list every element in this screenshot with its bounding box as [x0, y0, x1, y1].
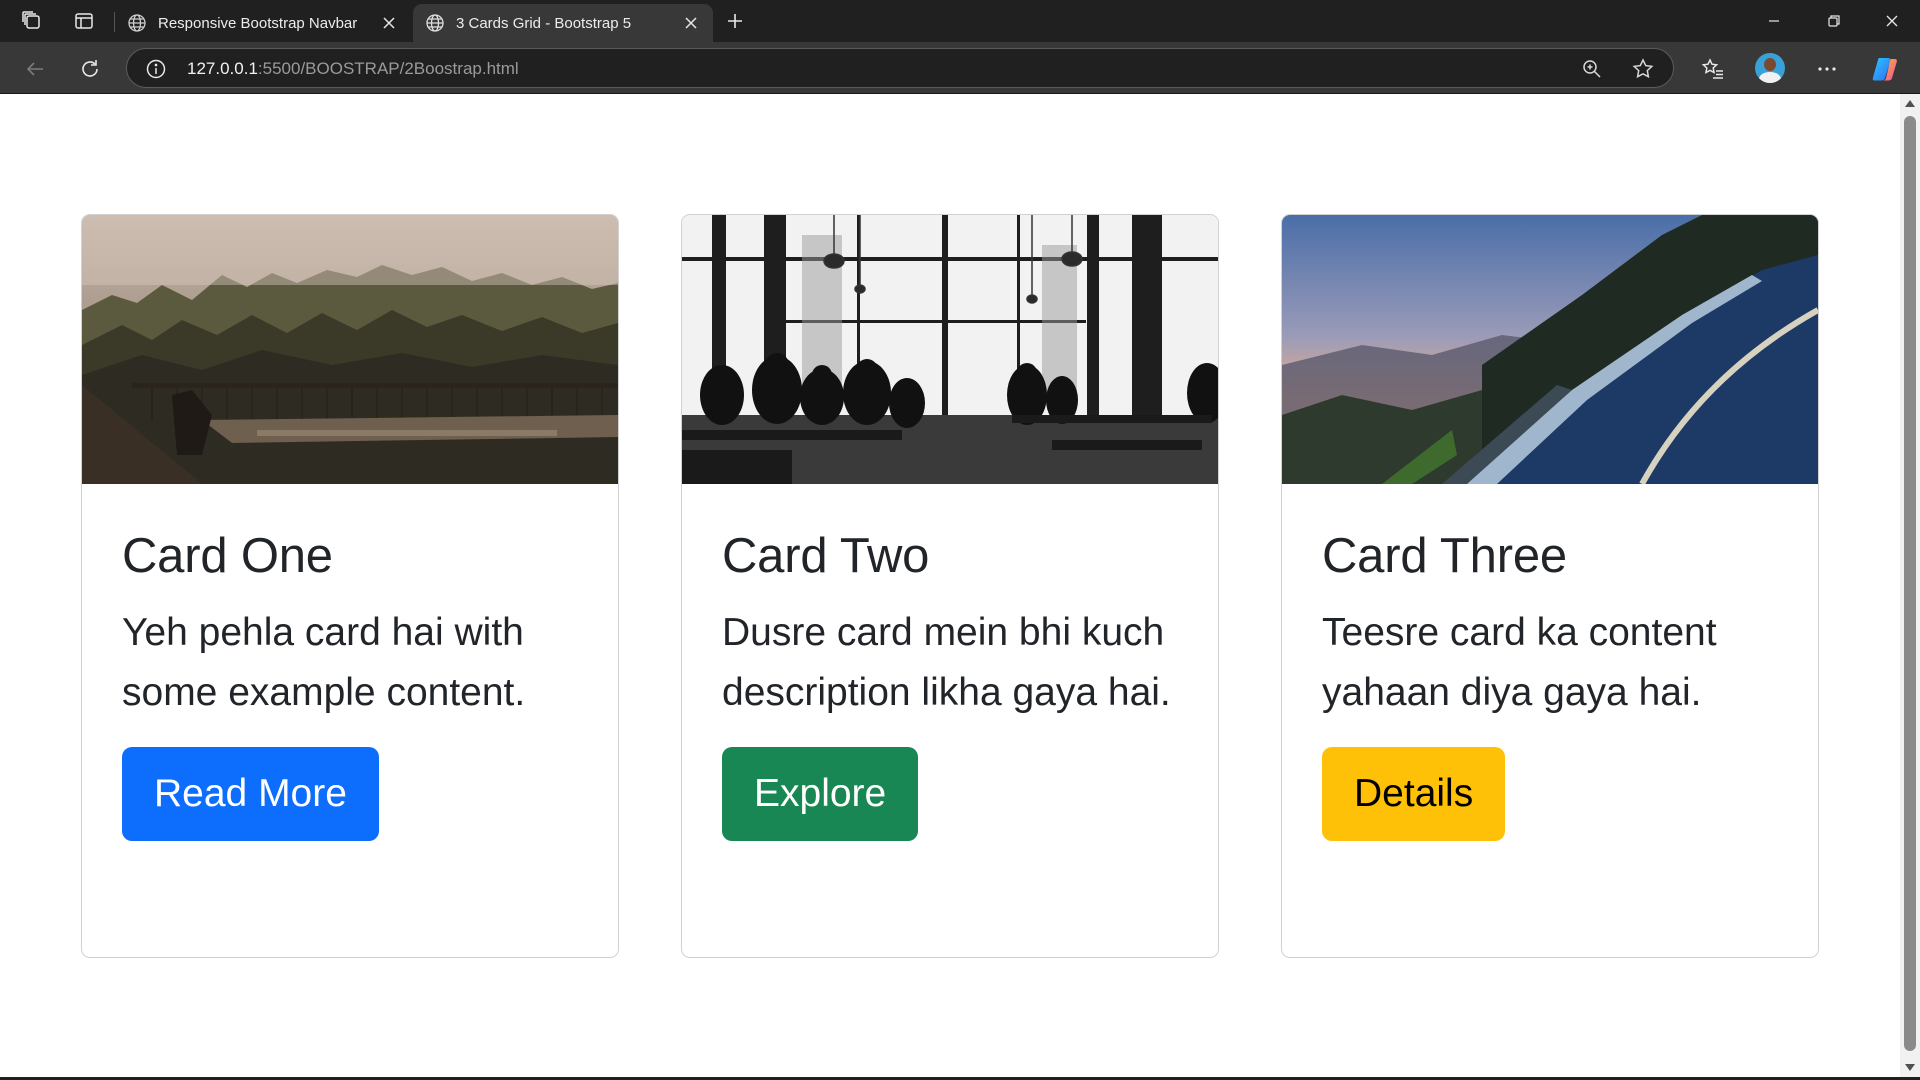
zoom-icon[interactable]	[1581, 58, 1603, 85]
vertical-scrollbar[interactable]	[1900, 94, 1920, 1077]
url-text: 127.0.0.1:5500/BOOSTRAP/2Boostrap.html	[187, 59, 519, 79]
card-three-image	[1282, 215, 1818, 484]
more-options-icon[interactable]	[1812, 54, 1842, 84]
favorites-icon[interactable]	[1698, 54, 1728, 84]
scroll-down-arrow-icon[interactable]	[1905, 1064, 1915, 1071]
tab-title: 3 Cards Grid - Bootstrap 5	[456, 14, 632, 32]
avatar-shirt	[1759, 72, 1781, 83]
page-viewport: Card One Yeh pehla card hai with some ex…	[0, 94, 1900, 1077]
address-bar[interactable]: 127.0.0.1:5500/BOOSTRAP/2Boostrap.html	[126, 48, 1674, 88]
tab-3-cards-grid[interactable]: 3 Cards Grid - Bootstrap 5	[413, 4, 713, 42]
restore-icon[interactable]	[1806, 0, 1862, 42]
url-host: 127.0.0.1	[187, 59, 258, 78]
card-three-body: Card Three Teesre card ka content yahaan…	[1322, 527, 1782, 841]
card-two: Card Two Dusre card mein bhi kuch descri…	[681, 214, 1219, 958]
tab-actions-icon[interactable]	[71, 9, 97, 33]
minimize-icon[interactable]	[1746, 0, 1802, 42]
tab-strip: Responsive Bootstrap Navbar 3 Cards Grid…	[0, 0, 1920, 42]
explore-button[interactable]: Explore	[722, 746, 919, 841]
card-one-body: Card One Yeh pehla card hai with some ex…	[122, 527, 582, 841]
url-path: :5500/BOOSTRAP/2Boostrap.html	[257, 59, 519, 78]
card-three: Card Three Teesre card ka content yahaan…	[1281, 214, 1819, 958]
workspaces-icon[interactable]	[19, 9, 45, 33]
profile-avatar[interactable]	[1755, 53, 1785, 83]
tab-title: Responsive Bootstrap Navbar	[158, 14, 358, 32]
card-two-body: Card Two Dusre card mein bhi kuch descri…	[722, 527, 1182, 841]
scroll-up-arrow-icon[interactable]	[1905, 100, 1915, 107]
close-tab-icon[interactable]	[681, 13, 701, 33]
card-text: Dusre card mein bhi kuch description lik…	[722, 610, 1171, 714]
card-one-image	[82, 215, 618, 484]
browser-toolbar: 127.0.0.1:5500/BOOSTRAP/2Boostrap.html	[0, 42, 1920, 94]
favorite-star-icon[interactable]	[1631, 57, 1655, 86]
read-more-button[interactable]: Read More	[122, 746, 379, 841]
card-one: Card One Yeh pehla card hai with some ex…	[81, 214, 619, 958]
card-two-image	[682, 215, 1218, 484]
card-title: Card Two	[722, 529, 930, 583]
avatar-head	[1764, 58, 1776, 71]
globe-icon	[426, 14, 444, 32]
back-icon[interactable]	[20, 54, 50, 84]
details-button[interactable]: Details	[1322, 746, 1506, 841]
copilot-icon[interactable]	[1870, 54, 1900, 84]
card-title: Card Three	[1322, 529, 1567, 583]
scroll-thumb[interactable]	[1904, 116, 1916, 1051]
card-text: Yeh pehla card hai with some example con…	[122, 610, 526, 714]
site-info-icon[interactable]	[145, 58, 167, 85]
card-text: Teesre card ka content yahaan diya gaya …	[1322, 610, 1717, 714]
new-tab-icon[interactable]	[722, 9, 748, 33]
card-title: Card One	[122, 529, 333, 583]
tab-responsive-navbar[interactable]: Responsive Bootstrap Navbar	[115, 4, 411, 42]
close-tab-icon[interactable]	[379, 13, 399, 33]
globe-icon	[128, 14, 146, 32]
close-window-icon[interactable]	[1864, 0, 1920, 42]
reload-icon[interactable]	[75, 54, 105, 84]
